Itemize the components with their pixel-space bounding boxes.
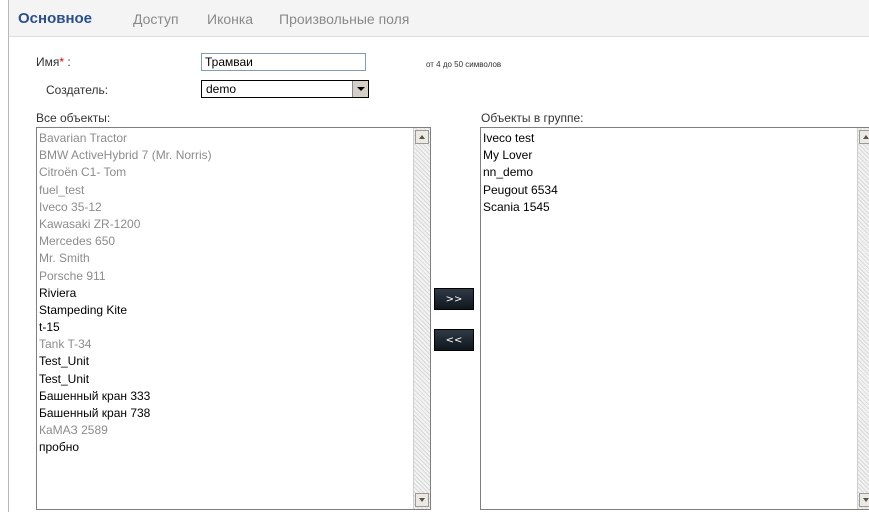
group-objects-list[interactable]: Iveco test My Lover nn_demo Peugout 6534 Sca…: [480, 127, 869, 510]
list-item[interactable]: Test_Unit: [39, 353, 412, 370]
list-item[interactable]: Scania 1545: [483, 199, 856, 216]
all-objects-scrollbar[interactable]: [413, 128, 430, 509]
list-item[interactable]: КаМАЗ 2589: [39, 422, 412, 439]
remove-from-group-button[interactable]: <<: [434, 329, 474, 351]
tab-general[interactable]: Основное: [18, 10, 92, 27]
list-item[interactable]: Riviera: [39, 285, 412, 302]
list-item[interactable]: Test_Unit: [39, 371, 412, 388]
creator-select-value: demo: [206, 82, 237, 96]
name-label-colon: :: [64, 55, 71, 69]
group-objects-scrollbar[interactable]: [857, 128, 869, 509]
list-item[interactable]: Башенный кран 333: [39, 388, 412, 405]
list-item[interactable]: Iveco test: [483, 130, 856, 147]
dropdown-button[interactable]: [352, 81, 368, 97]
tab-icon[interactable]: Иконка: [207, 11, 253, 27]
list-item[interactable]: nn_demo: [483, 164, 856, 181]
arrow-up-icon: [863, 135, 869, 139]
creator-select[interactable]: demo: [201, 80, 369, 98]
all-objects-list[interactable]: Bavarian Tractor BMW ActiveHybrid 7 (Mr. …: [36, 127, 431, 510]
scroll-down-button[interactable]: [859, 493, 869, 507]
arrow-down-icon: [863, 498, 869, 502]
list-item[interactable]: Peugout 6534: [483, 182, 856, 199]
list-item[interactable]: Kawasaki ZR-1200: [39, 216, 412, 233]
all-objects-items: Bavarian Tractor BMW ActiveHybrid 7 (Mr. …: [39, 130, 412, 457]
list-item[interactable]: Iveco 35-12: [39, 199, 412, 216]
list-item[interactable]: Mr. Smith: [39, 250, 412, 267]
name-label: Имя* :: [36, 55, 71, 69]
list-item[interactable]: пробно: [39, 439, 412, 456]
list-item[interactable]: BMW ActiveHybrid 7 (Mr. Norris): [39, 147, 412, 164]
chevron-down-icon: [357, 87, 365, 91]
name-hint: от 4 до 50 символов: [426, 60, 502, 69]
tab-access[interactable]: Доступ: [133, 11, 179, 27]
tab-bar: Основное Доступ Иконка Произвольные поля: [9, 0, 869, 37]
add-to-group-button[interactable]: >>: [434, 288, 474, 310]
scroll-up-button[interactable]: [415, 130, 429, 144]
arrow-up-icon: [419, 135, 425, 139]
name-label-text: Имя: [36, 55, 60, 69]
list-item[interactable]: Bavarian Tractor: [39, 130, 412, 147]
creator-label: Создатель:: [46, 83, 109, 97]
tab-custom-fields[interactable]: Произвольные поля: [279, 11, 409, 27]
list-item[interactable]: Citroën C1- Tom: [39, 164, 412, 181]
all-objects-label: Все объекты:: [36, 111, 111, 125]
list-item[interactable]: Porsche 911: [39, 268, 412, 285]
name-input[interactable]: [201, 53, 366, 71]
group-objects-label: Объекты в группе:: [481, 111, 584, 125]
list-item[interactable]: fuel_test: [39, 182, 412, 199]
arrow-down-icon: [419, 498, 425, 502]
scroll-up-button[interactable]: [859, 130, 869, 144]
list-item[interactable]: My Lover: [483, 147, 856, 164]
list-item[interactable]: t-15: [39, 319, 412, 336]
list-item[interactable]: Tank T-34: [39, 336, 412, 353]
list-item[interactable]: Mercedes 650: [39, 233, 412, 250]
list-item[interactable]: Stampeding Kite: [39, 302, 412, 319]
left-border: [8, 0, 9, 512]
group-objects-items: Iveco test My Lover nn_demo Peugout 6534 Sca…: [483, 130, 856, 216]
list-item[interactable]: Башенный кран 738: [39, 405, 412, 422]
scroll-down-button[interactable]: [415, 493, 429, 507]
